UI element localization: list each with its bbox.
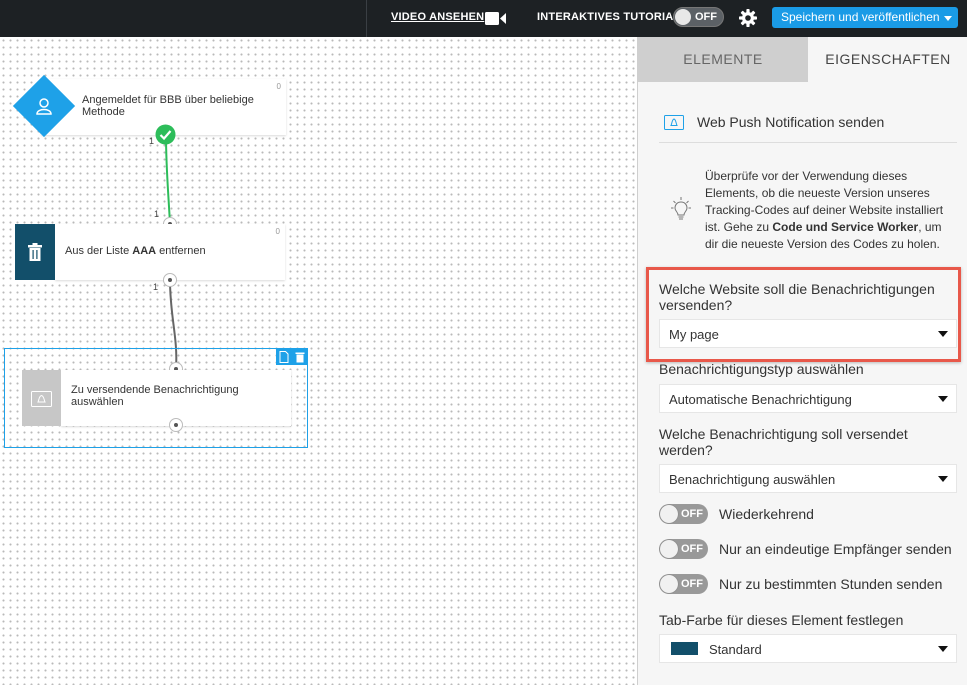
unique-recipients-toggle[interactable]: OFF	[659, 539, 708, 559]
chevron-down-icon	[938, 331, 948, 337]
toggle-knob	[675, 9, 691, 25]
save-and-publish-label: Speichern und veröffentlichen	[781, 10, 940, 24]
chevron-down-icon	[938, 646, 948, 652]
tracking-code-info: Überprüfe vor der Verwendung dieses Elem…	[705, 169, 944, 251]
chevron-down-icon[interactable]	[944, 16, 952, 21]
copy-icon[interactable]	[279, 351, 289, 363]
chevron-down-icon	[938, 396, 948, 402]
watch-video-link[interactable]: VIDEO ANSEHEN	[391, 11, 484, 23]
tab-properties[interactable]: EIGENSCHAFTEN	[808, 37, 967, 82]
unique-recipients-label: Nur an eindeutige Empfänger senden	[719, 541, 952, 557]
tab-color-label: Tab-Farbe für dieses Element festlegen	[659, 612, 904, 628]
video-camera-icon[interactable]	[485, 12, 506, 25]
chevron-down-icon	[938, 476, 948, 482]
notification-select-value: Benachrichtigung auswählen	[669, 472, 836, 487]
selection-toolbar	[276, 349, 308, 365]
notification-icon-block	[22, 370, 61, 426]
workflow-canvas[interactable]: Angemeldet für BBB über beliebige Method…	[0, 37, 637, 685]
notification-type-label: Benachrichtigungstyp auswählen	[659, 361, 864, 377]
panel-divider	[659, 142, 957, 143]
trigger-node-label: Angemeldet für BBB über beliebige Method…	[82, 94, 254, 118]
website-select-value: My page	[669, 327, 719, 342]
specific-hours-toggle[interactable]: OFF	[659, 574, 708, 594]
bell-screen-icon	[31, 391, 52, 407]
code-service-worker-link[interactable]: Code und Service Worker	[772, 220, 918, 234]
remove-from-list-node[interactable]: Aus der Liste AAA entfernen 0	[55, 224, 285, 280]
save-and-publish-button[interactable]: Speichern und veröffentlichen	[772, 7, 958, 28]
trigger-node-count: 0	[276, 82, 281, 91]
website-field-label: Welche Website soll die Benachrichtigung…	[659, 281, 935, 313]
tutorial-toggle[interactable]: OFF	[673, 7, 724, 27]
output-port[interactable]	[169, 418, 183, 432]
web-push-node-label: Zu versendende Benachrichtigung auswähle…	[71, 384, 239, 408]
edge-count: 1	[149, 136, 155, 146]
remove-from-list-label: Aus der Liste AAA entfernen	[65, 245, 206, 257]
properties-panel: ELEMENTE EIGENSCHAFTEN Web Push Notifica…	[637, 37, 967, 685]
notification-select[interactable]: Benachrichtigung auswählen	[659, 464, 957, 493]
user-icon	[36, 98, 52, 115]
top-bar-divider	[366, 0, 367, 37]
recurring-label: Wiederkehrend	[719, 506, 814, 522]
remove-node-count: 0	[275, 227, 280, 236]
tab-color-value: Standard	[709, 642, 762, 657]
notification-field-label: Welche Benachrichtigung soll versendet w…	[659, 426, 908, 458]
specific-hours-label: Nur zu bestimmten Stunden senden	[719, 576, 943, 592]
notification-type-value: Automatische Benachrichtigung	[669, 392, 852, 407]
color-swatch	[671, 642, 698, 655]
unique-recipients-toggle-state: OFF	[681, 543, 703, 555]
edge-count: 1	[154, 209, 160, 219]
toggle-knob	[660, 505, 678, 523]
toggle-knob	[660, 575, 678, 593]
top-bar: VIDEO ANSEHEN INTERAKTIVES TUTORIAL OFF …	[0, 0, 967, 37]
check-icon	[155, 124, 176, 145]
trash-icon	[28, 243, 42, 261]
recurring-toggle-state: OFF	[681, 508, 703, 520]
notification-type-select[interactable]: Automatische Benachrichtigung	[659, 384, 957, 413]
website-select[interactable]: My page	[659, 319, 957, 348]
lightbulb-icon	[671, 197, 691, 220]
web-push-icon	[664, 115, 684, 130]
tab-color-select[interactable]: Standard	[659, 634, 957, 663]
toggle-knob	[660, 540, 678, 558]
panel-title: Web Push Notification senden	[697, 114, 885, 130]
edge-count: 1	[153, 282, 159, 292]
delete-icon[interactable]	[295, 351, 305, 363]
interactive-tutorial-label: INTERAKTIVES TUTORIAL	[537, 11, 681, 23]
specific-hours-toggle-state: OFF	[681, 578, 703, 590]
tab-elements[interactable]: ELEMENTE	[638, 37, 808, 82]
recurring-toggle[interactable]: OFF	[659, 504, 708, 524]
tutorial-toggle-state: OFF	[695, 11, 717, 23]
gear-icon[interactable]	[739, 9, 757, 27]
output-port[interactable]	[163, 273, 177, 287]
trash-icon-block	[15, 224, 55, 280]
